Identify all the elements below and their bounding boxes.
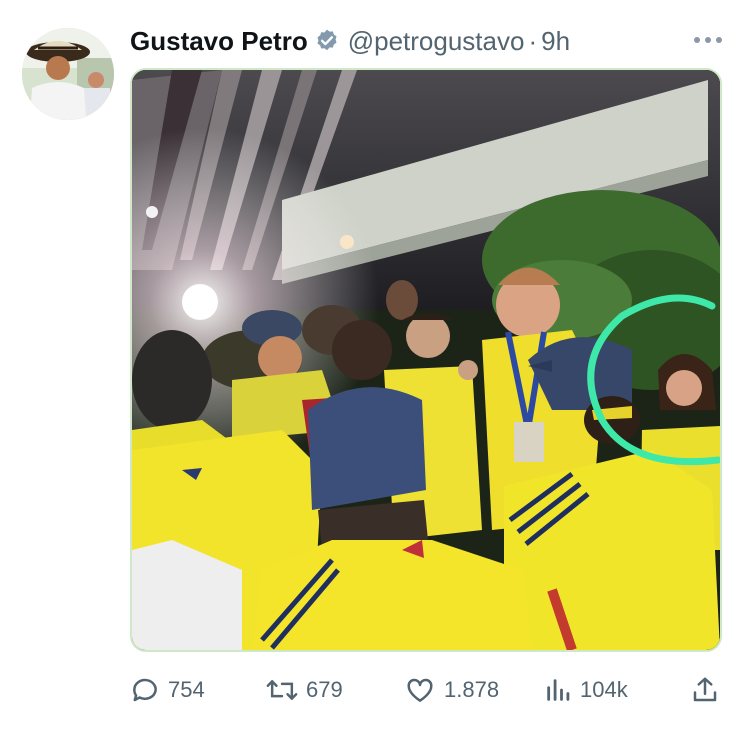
reply-button[interactable]: 754	[130, 670, 205, 710]
more-dots-icon	[694, 37, 722, 43]
retweet-count: 679	[306, 677, 343, 702]
more-options-button[interactable]	[690, 30, 726, 50]
tweet-media[interactable]	[130, 68, 722, 652]
avatar[interactable]	[22, 28, 114, 120]
author-handle[interactable]: @petrogustavo	[348, 26, 525, 57]
retweet-button[interactable]: 679	[266, 670, 343, 710]
author-name[interactable]: Gustavo Petro	[130, 26, 308, 57]
reply-icon	[133, 678, 157, 702]
retweet-icon	[266, 680, 298, 700]
verified-badge-icon	[314, 28, 340, 54]
tweet-time[interactable]: 9h	[541, 26, 570, 57]
separator-dot: ·	[528, 25, 538, 56]
views-count: 104k	[580, 677, 628, 702]
like-count: 1.878	[444, 677, 500, 702]
share-button[interactable]	[690, 670, 720, 710]
tweet-header: Gustavo Petro @petrogustavo · 9h	[130, 22, 570, 60]
reply-count: 754	[168, 677, 205, 702]
share-upload-icon	[693, 677, 717, 702]
avatar-photo	[22, 28, 114, 120]
attached-photo	[132, 70, 720, 650]
analytics-bars-icon	[547, 679, 570, 701]
like-button[interactable]: 1.878	[404, 670, 499, 710]
heart-icon	[407, 678, 433, 702]
views-button[interactable]: 104k	[544, 670, 628, 710]
tweet-actions: 754 679 1.878 104k	[130, 670, 730, 710]
